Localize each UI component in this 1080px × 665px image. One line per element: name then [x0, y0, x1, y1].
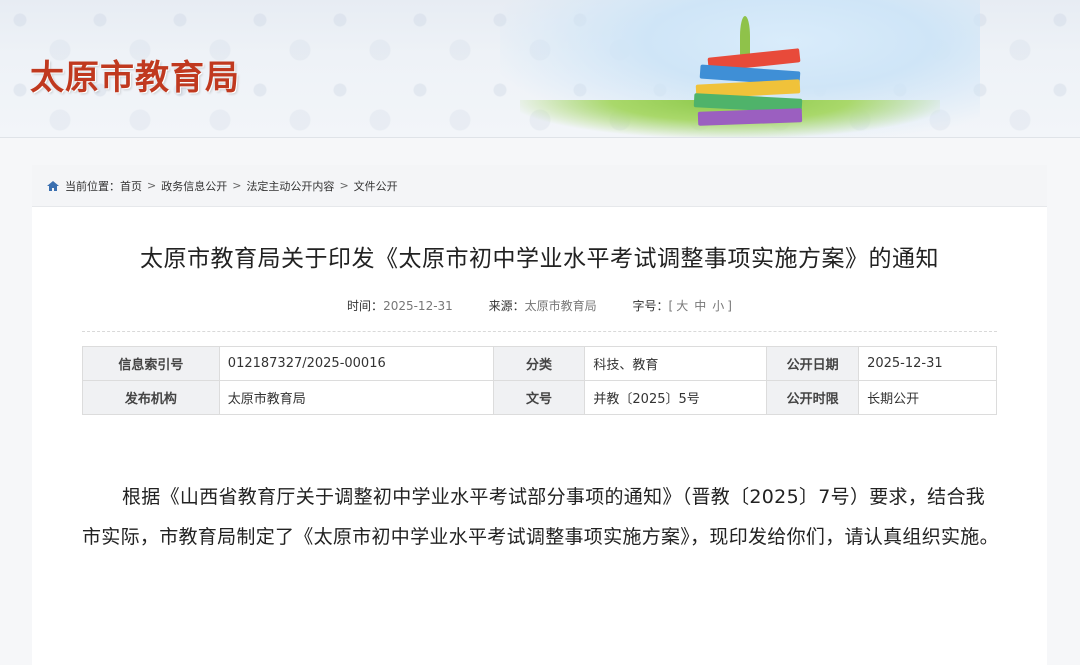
fontsize-small-button[interactable]: 小 [712, 299, 724, 313]
source-label: 来源： [488, 299, 525, 313]
breadcrumb-item-home[interactable]: 首页 [120, 178, 142, 194]
article-meta: 时间：2025-12-31 来源：太原市教育局 字号：[大中小] [32, 297, 1047, 314]
time-label: 时间： [347, 299, 384, 313]
meta-fontsize: 字号：[大中小] [633, 299, 732, 313]
breadcrumb-separator: > [147, 179, 157, 192]
doc-no-label: 文号 [492, 380, 586, 415]
breadcrumb: 当前位置： 首页 > 政务信息公开 > 法定主动公开内容 > 文件公开 [32, 165, 1047, 207]
index-no-value: 012187327/2025-00016 [218, 346, 494, 381]
divider [82, 331, 997, 332]
publish-date-label: 公开日期 [766, 346, 860, 381]
doc-no-value: 并教〔2025〕5号 [584, 380, 768, 415]
content-panel: 当前位置： 首页 > 政务信息公开 > 法定主动公开内容 > 文件公开 太原市教… [32, 165, 1047, 665]
site-title[interactable]: 太原市教育局 [30, 50, 240, 99]
fontsize-bracket-open: [ [668, 299, 674, 313]
publisher-label: 发布机构 [82, 380, 220, 415]
fontsize-medium-button[interactable]: 中 [694, 299, 706, 313]
breadcrumb-prefix: 当前位置： [65, 179, 120, 193]
source-value: 太原市教育局 [524, 299, 597, 313]
table-row: 发布机构 太原市教育局 文号 并教〔2025〕5号 公开时限 长期公开 [82, 380, 997, 415]
meta-time: 时间：2025-12-31 [347, 299, 457, 313]
publisher-value: 太原市教育局 [218, 380, 494, 415]
article-title: 太原市教育局关于印发《太原市初中学业水平考试调整事项实施方案》的通知 [140, 246, 939, 272]
article-body: 根据《山西省教育厅关于调整初中学业水平考试部分事项的通知》（晋教〔2025〕7号… [82, 486, 999, 548]
breadcrumb-item-documents[interactable]: 文件公开 [354, 178, 398, 194]
publish-date-value: 2025-12-31 [858, 346, 997, 381]
category-label: 分类 [492, 346, 586, 381]
header-banner: 太原市教育局 [0, 0, 1080, 137]
breadcrumb-separator: > [339, 179, 349, 192]
info-table: 信息索引号 012187327/2025-00016 分类 科技、教育 公开日期… [82, 346, 997, 415]
time-value: 2025-12-31 [383, 299, 453, 313]
home-icon [47, 180, 59, 191]
breadcrumb-item-statutory[interactable]: 法定主动公开内容 [246, 178, 334, 194]
breadcrumb-item-gov-info[interactable]: 政务信息公开 [161, 178, 227, 194]
breadcrumb-separator: > [232, 179, 242, 192]
fontsize-large-button[interactable]: 大 [676, 299, 688, 313]
category-value: 科技、教育 [584, 346, 768, 381]
fontsize-bracket-close: ] [727, 299, 732, 313]
disclosure-period-value: 长期公开 [858, 380, 997, 415]
books-illustration [690, 8, 830, 128]
disclosure-period-label: 公开时限 [766, 380, 860, 415]
fontsize-label: 字号： [632, 299, 669, 313]
index-no-label: 信息索引号 [82, 346, 220, 381]
table-row: 信息索引号 012187327/2025-00016 分类 科技、教育 公开日期… [82, 346, 997, 381]
meta-source: 来源：太原市教育局 [489, 299, 601, 313]
